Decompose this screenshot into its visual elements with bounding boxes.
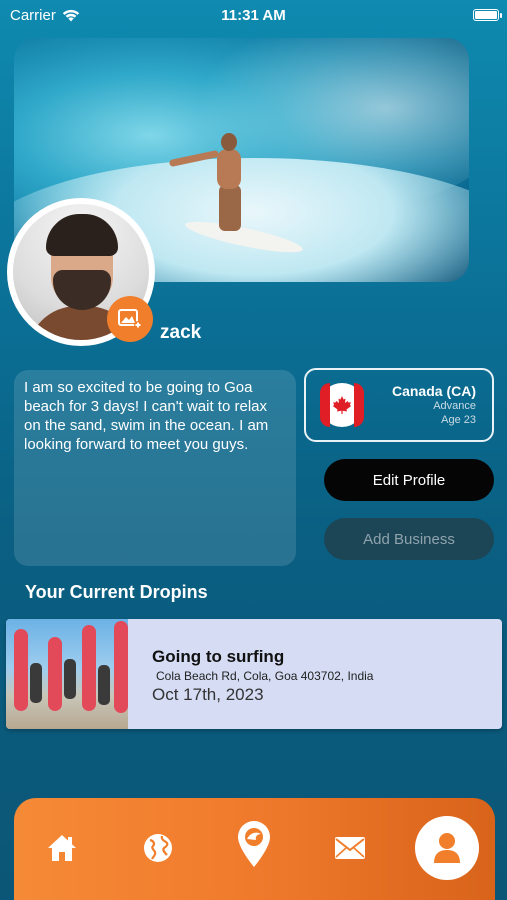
dropin-title: Going to surfing — [152, 647, 285, 666]
bio-text: I am so excited to be going to Goa beach… — [14, 370, 296, 566]
add-business-button[interactable]: Add Business — [324, 518, 494, 560]
add-image-icon — [118, 309, 142, 329]
username: zack — [160, 322, 202, 343]
tab-home[interactable] — [38, 824, 86, 872]
age-label: Age 23 — [441, 414, 476, 426]
country-name: Canada (CA) — [391, 383, 476, 399]
change-photo-button[interactable] — [107, 296, 153, 342]
dropin-address: Cola Beach Rd, Cola, Goa 403702, India — [156, 669, 374, 683]
tab-bar — [14, 798, 495, 900]
profile-icon — [434, 833, 460, 863]
status-bar: Carrier 11:31 AM — [0, 0, 507, 30]
tab-messages[interactable] — [326, 824, 374, 872]
canada-flag-icon — [320, 383, 364, 427]
home-icon — [48, 835, 76, 861]
dropin-thumbnail — [6, 619, 128, 729]
location-pin-icon — [238, 821, 270, 867]
battery-icon — [473, 9, 502, 21]
tab-profile[interactable] — [415, 816, 479, 880]
dropins-section-title: Your Current Dropins — [25, 582, 208, 602]
mail-icon — [335, 837, 365, 859]
skill-level: Advance — [433, 400, 476, 412]
clock: 11:31 AM — [221, 6, 286, 24]
tab-dropins[interactable] — [230, 820, 278, 868]
country-card: Canada (CA) Advance Age 23 — [304, 368, 494, 442]
globe-icon — [144, 834, 172, 862]
edit-profile-button[interactable]: Edit Profile — [324, 459, 494, 501]
dropin-date: Oct 17th, 2023 — [152, 685, 264, 704]
tab-explore[interactable] — [134, 824, 182, 872]
dropin-card[interactable]: Going to surfing Cola Beach Rd, Cola, Go… — [6, 619, 502, 729]
